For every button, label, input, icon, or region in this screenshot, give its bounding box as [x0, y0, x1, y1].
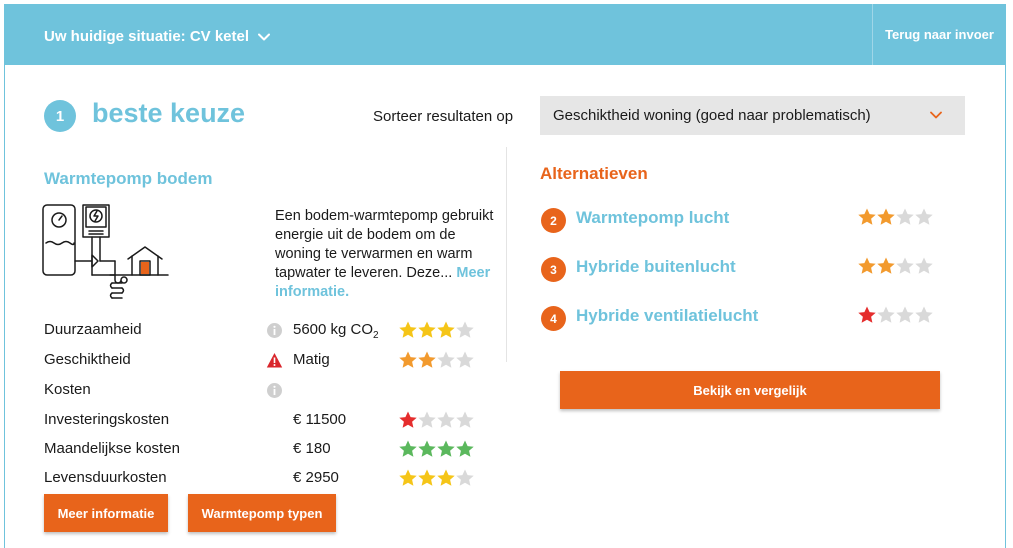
- alternative-name[interactable]: Hybride buitenlucht: [576, 257, 736, 277]
- more-info-button[interactable]: Meer informatie: [44, 494, 168, 532]
- alternative-item[interactable]: 2 Warmtepomp lucht: [541, 206, 941, 234]
- star-rating: [857, 256, 933, 276]
- star-empty-icon: [456, 321, 474, 338]
- property-value: € 11500: [293, 411, 346, 428]
- property-value-text: Matig: [293, 351, 330, 368]
- heat-pump-illustration: [42, 204, 169, 299]
- alternative-name[interactable]: Warmtepomp lucht: [576, 208, 729, 228]
- star-empty-icon: [456, 469, 474, 486]
- star-filled-icon: [418, 351, 436, 368]
- alternatives-heading: Alternatieven: [540, 164, 648, 183]
- alternative-item[interactable]: 3 Hybride buitenlucht: [541, 255, 941, 283]
- star-rating: [398, 410, 474, 430]
- property-value: Matig: [293, 351, 330, 368]
- back-to-input-button[interactable]: Terug naar invoer: [872, 4, 1006, 65]
- property-row: Kosten: [44, 381, 494, 403]
- star-empty-icon: [437, 351, 455, 368]
- star-filled-icon: [437, 440, 455, 457]
- property-row: Duurzaamheid 5600 kg CO2: [44, 321, 494, 343]
- info-icon[interactable]: [266, 322, 283, 339]
- situation-label: Uw huidige situatie: CV ketel: [44, 28, 250, 45]
- property-label: Maandelijkse kosten: [44, 440, 180, 457]
- star-rating: [398, 320, 474, 340]
- star-empty-icon: [896, 208, 914, 225]
- chevron-down-icon: [930, 111, 942, 119]
- sort-label: Sorteer resultaten op: [373, 108, 514, 125]
- star-empty-icon: [456, 411, 474, 428]
- property-value: € 180: [293, 440, 331, 457]
- star-filled-icon: [456, 440, 474, 457]
- star-filled-icon: [399, 469, 417, 486]
- star-rating: [398, 350, 474, 370]
- star-filled-icon: [437, 321, 455, 338]
- top-bar: Uw huidige situatie: CV ketel Terug naar…: [4, 4, 1006, 65]
- star-filled-icon: [877, 257, 895, 274]
- star-filled-icon: [437, 469, 455, 486]
- star-filled-icon: [418, 321, 436, 338]
- info-icon[interactable]: [266, 382, 283, 399]
- star-filled-icon: [858, 306, 876, 323]
- product-description: Een bodem-warmtepomp gebruikt energie ui…: [275, 207, 495, 302]
- sort-selected-value: Geschiktheid woning (goed naar problemat…: [553, 107, 871, 124]
- best-choice-title: beste keuze: [92, 98, 246, 128]
- property-value-text: € 180: [293, 440, 331, 457]
- star-empty-icon: [877, 306, 895, 323]
- column-divider: [506, 147, 507, 362]
- star-empty-icon: [437, 411, 455, 428]
- property-label: Investeringskosten: [44, 411, 170, 428]
- chevron-down-icon: [258, 33, 271, 40]
- property-row: Maandelijkse kosten € 180: [44, 440, 494, 462]
- star-filled-icon: [418, 469, 436, 486]
- alternative-item[interactable]: 4 Hybride ventilatielucht: [541, 304, 941, 332]
- property-row: Levensduurkosten € 2950: [44, 469, 494, 491]
- star-filled-icon: [399, 440, 417, 457]
- sort-select[interactable]: Geschiktheid woning (goed naar problemat…: [540, 96, 965, 135]
- star-rating: [398, 439, 474, 459]
- property-label: Duurzaamheid: [44, 321, 142, 338]
- property-value: 5600 kg CO2: [293, 321, 379, 341]
- heat-pump-types-button[interactable]: Warmtepomp typen: [188, 494, 336, 532]
- property-value-text: 5600 kg CO: [293, 321, 374, 338]
- situation-dropdown[interactable]: Uw huidige situatie: CV ketel: [44, 28, 271, 45]
- property-row: Geschiktheid Matig: [44, 351, 494, 373]
- property-value-text: € 2950: [293, 469, 339, 486]
- star-empty-icon: [456, 351, 474, 368]
- star-filled-icon: [399, 411, 417, 428]
- product-name: Warmtepomp bodem: [44, 169, 213, 188]
- star-filled-icon: [877, 208, 895, 225]
- property-label: Geschiktheid: [44, 351, 131, 368]
- star-rating: [857, 207, 933, 227]
- star-empty-icon: [896, 257, 914, 274]
- alternative-rank-badge: 2: [541, 208, 566, 233]
- star-filled-icon: [399, 321, 417, 338]
- star-rating: [398, 468, 474, 488]
- star-empty-icon: [915, 257, 933, 274]
- alternative-name[interactable]: Hybride ventilatielucht: [576, 306, 758, 326]
- star-rating: [857, 305, 933, 325]
- rank-badge: 1: [44, 100, 76, 132]
- property-value: € 2950: [293, 469, 339, 486]
- alternative-rank-badge: 4: [541, 306, 566, 331]
- alternative-rank-badge: 3: [541, 257, 566, 282]
- star-empty-icon: [915, 306, 933, 323]
- star-filled-icon: [858, 257, 876, 274]
- star-filled-icon: [418, 440, 436, 457]
- property-label: Kosten: [44, 381, 91, 398]
- star-filled-icon: [399, 351, 417, 368]
- star-empty-icon: [896, 306, 914, 323]
- star-empty-icon: [418, 411, 436, 428]
- property-row: Investeringskosten € 11500: [44, 411, 494, 433]
- property-value-subscript: 2: [373, 330, 379, 341]
- warning-icon: [266, 353, 283, 368]
- property-value-text: € 11500: [293, 411, 347, 428]
- property-label: Levensduurkosten: [44, 469, 167, 486]
- star-empty-icon: [915, 208, 933, 225]
- compare-button[interactable]: Bekijk en vergelijk: [560, 371, 940, 409]
- star-filled-icon: [858, 208, 876, 225]
